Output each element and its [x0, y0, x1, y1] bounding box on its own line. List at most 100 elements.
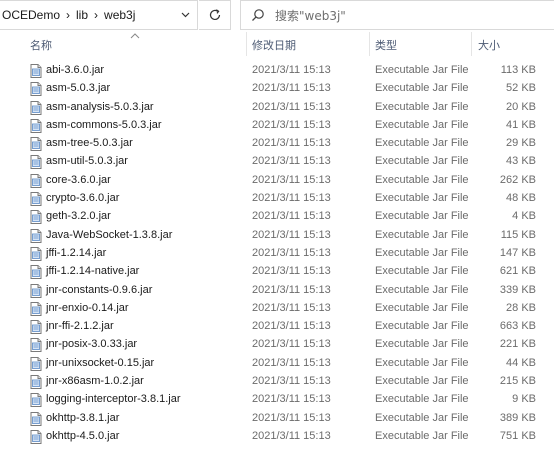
breadcrumb-ocedemo[interactable]: OCEDemo	[2, 8, 60, 22]
file-name: jnr-unixsocket-0.15.jar	[46, 356, 155, 369]
jar-file-icon	[30, 210, 42, 225]
file-type: Executable Jar File	[375, 393, 469, 406]
file-type: Executable Jar File	[375, 283, 469, 296]
file-type: Executable Jar File	[375, 228, 469, 241]
file-size: 41 KB	[506, 118, 536, 131]
file-date: 2021/3/11 15:13	[252, 210, 331, 223]
refresh-button[interactable]	[199, 0, 231, 30]
file-type: Executable Jar File	[375, 375, 469, 388]
file-name: jffi-1.2.14.jar	[46, 246, 107, 259]
file-row[interactable]: core-3.6.0.jar 2021/3/11 15:13 Executabl…	[0, 172, 554, 190]
file-name: asm-util-5.0.3.jar	[46, 155, 128, 168]
column-divider[interactable]	[246, 32, 247, 56]
file-list: abi-3.6.0.jar 2021/3/11 15:13 Executable…	[0, 62, 554, 446]
jar-file-icon	[30, 246, 42, 261]
file-row[interactable]: jnr-unixsocket-0.15.jar 2021/3/11 15:13 …	[0, 355, 554, 373]
file-row[interactable]: abi-3.6.0.jar 2021/3/11 15:13 Executable…	[0, 62, 554, 80]
file-name: asm-tree-5.0.3.jar	[46, 137, 133, 150]
file-row[interactable]: jnr-enxio-0.14.jar 2021/3/11 15:13 Execu…	[0, 300, 554, 318]
address-bar[interactable]: OCEDemo › lib › web3j	[0, 0, 198, 30]
file-size: 20 KB	[506, 100, 536, 113]
file-row[interactable]: crypto-3.6.0.jar 2021/3/11 15:13 Executa…	[0, 190, 554, 208]
jar-file-icon	[30, 192, 42, 207]
file-size: 52 KB	[506, 82, 536, 95]
file-row[interactable]: jnr-constants-0.9.6.jar 2021/3/11 15:13 …	[0, 282, 554, 300]
sort-up-icon	[130, 31, 140, 41]
file-row[interactable]: asm-util-5.0.3.jar 2021/3/11 15:13 Execu…	[0, 153, 554, 171]
jar-file-icon	[30, 82, 42, 97]
breadcrumb-separator-icon[interactable]: ›	[66, 8, 70, 22]
chevron-down-icon[interactable]	[172, 0, 198, 30]
column-name[interactable]: 名称	[30, 37, 52, 53]
file-type: Executable Jar File	[375, 411, 469, 424]
file-name: jnr-ffi-2.1.2.jar	[46, 320, 114, 333]
file-type: Executable Jar File	[375, 64, 469, 76]
jar-file-icon	[30, 265, 42, 280]
column-date[interactable]: 修改日期	[252, 37, 296, 53]
toolbar: OCEDemo › lib › web3j 搜索"web3j"	[0, 0, 554, 30]
jar-file-icon	[30, 393, 42, 408]
jar-file-icon	[30, 429, 42, 444]
file-size: 339 KB	[499, 283, 536, 296]
file-type: Executable Jar File	[375, 100, 469, 113]
file-name: asm-5.0.3.jar	[46, 82, 111, 95]
file-size: 389 KB	[499, 411, 536, 424]
column-size[interactable]: 大小	[478, 37, 500, 53]
file-type: Executable Jar File	[375, 265, 469, 278]
file-name: Java-WebSocket-1.3.8.jar	[46, 228, 173, 241]
jar-file-icon	[30, 320, 42, 335]
file-row[interactable]: asm-commons-5.0.3.jar 2021/3/11 15:13 Ex…	[0, 117, 554, 135]
file-date: 2021/3/11 15:13	[252, 411, 331, 424]
file-size: 48 KB	[506, 192, 536, 205]
breadcrumb-separator-icon[interactable]: ›	[94, 8, 98, 22]
file-date: 2021/3/11 15:13	[252, 137, 331, 150]
file-type: Executable Jar File	[375, 356, 469, 369]
file-row[interactable]: jffi-1.2.14-native.jar 2021/3/11 15:13 E…	[0, 263, 554, 281]
file-row[interactable]: jnr-posix-3.0.33.jar 2021/3/11 15:13 Exe…	[0, 336, 554, 354]
file-size: 221 KB	[499, 338, 536, 351]
file-date: 2021/3/11 15:13	[252, 192, 331, 205]
file-name: asm-commons-5.0.3.jar	[46, 118, 162, 131]
file-type: Executable Jar File	[375, 246, 469, 259]
file-row[interactable]: Java-WebSocket-1.3.8.jar 2021/3/11 15:13…	[0, 227, 554, 245]
file-row[interactable]: okhttp-3.8.1.jar 2021/3/11 15:13 Executa…	[0, 410, 554, 428]
file-type: Executable Jar File	[375, 155, 469, 168]
jar-file-icon	[30, 411, 42, 426]
file-name: okhttp-3.8.1.jar	[46, 411, 120, 424]
column-divider[interactable]	[471, 32, 472, 56]
file-row[interactable]: okhttp-4.5.0.jar 2021/3/11 15:13 Executa…	[0, 428, 554, 446]
column-divider[interactable]	[369, 32, 370, 56]
jar-file-icon	[30, 100, 42, 115]
file-date: 2021/3/11 15:13	[252, 301, 331, 314]
file-name: jnr-constants-0.9.6.jar	[46, 283, 153, 296]
file-row[interactable]: logging-interceptor-3.8.1.jar 2021/3/11 …	[0, 391, 554, 409]
file-row[interactable]: jnr-ffi-2.1.2.jar 2021/3/11 15:13 Execut…	[0, 318, 554, 336]
file-size: 43 KB	[506, 155, 536, 168]
file-name: logging-interceptor-3.8.1.jar	[46, 393, 181, 406]
file-type: Executable Jar File	[375, 137, 469, 150]
file-size: 215 KB	[499, 375, 536, 388]
search-placeholder: 搜索"web3j"	[275, 8, 346, 23]
jar-file-icon	[30, 137, 42, 152]
file-row[interactable]: jffi-1.2.14.jar 2021/3/11 15:13 Executab…	[0, 245, 554, 263]
file-size: 28 KB	[506, 301, 536, 314]
file-date: 2021/3/11 15:13	[252, 429, 331, 442]
jar-file-icon	[30, 375, 42, 390]
search-box[interactable]: 搜索"web3j"	[240, 0, 554, 30]
jar-file-icon	[30, 338, 42, 353]
file-row[interactable]: jnr-x86asm-1.0.2.jar 2021/3/11 15:13 Exe…	[0, 373, 554, 391]
file-row[interactable]: geth-3.2.0.jar 2021/3/11 15:13 Executabl…	[0, 208, 554, 226]
file-row[interactable]: asm-tree-5.0.3.jar 2021/3/11 15:13 Execu…	[0, 135, 554, 153]
file-row[interactable]: asm-5.0.3.jar 2021/3/11 15:13 Executable…	[0, 80, 554, 98]
file-size: 115 KB	[500, 228, 536, 241]
file-size: 751 KB	[499, 429, 536, 442]
breadcrumb-lib[interactable]: lib	[76, 8, 88, 22]
breadcrumb-web3j[interactable]: web3j	[104, 8, 135, 22]
jar-file-icon	[30, 356, 42, 371]
file-name: abi-3.6.0.jar	[46, 64, 105, 76]
file-row[interactable]: asm-analysis-5.0.3.jar 2021/3/11 15:13 E…	[0, 99, 554, 117]
file-date: 2021/3/11 15:13	[252, 82, 331, 95]
file-size: 4 KB	[512, 210, 536, 223]
file-name: jnr-enxio-0.14.jar	[46, 301, 129, 314]
column-type[interactable]: 类型	[375, 37, 397, 53]
